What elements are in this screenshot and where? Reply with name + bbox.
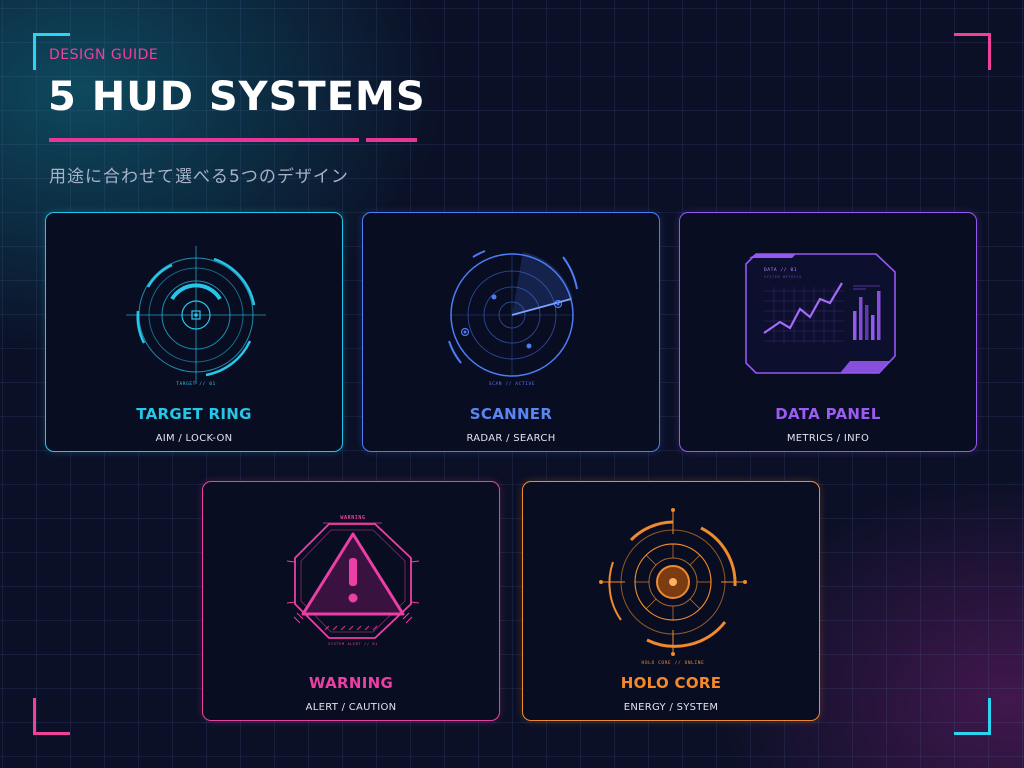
card-target-ring[interactable]: TARGET // 01 TARGET RING AIM / LOCK-ON [45,212,343,452]
card-title: TARGET RING [136,405,252,423]
title-underline-accent [366,138,417,142]
card-holo-core[interactable]: HOLO CORE // ONLINE HOLO CORE ENERGY / S… [522,481,820,721]
corner-bracket-bottom-right [954,698,991,735]
page-subtitle: 用途に合わせて選べる5つのデザイン [49,167,349,187]
data-panel-caption: DATA // 01 [764,267,797,273]
card-scanner[interactable]: SCAN // ACTIVE SCANNER RADAR / SEARCH [362,212,660,452]
card-subtitle: ENERGY / SYSTEM [623,702,719,713]
warning-caption: WARNING [340,515,365,521]
card-subtitle: RADAR / SEARCH [466,433,556,444]
card-subtitle: METRICS / INFO [786,433,870,444]
card-subtitle: ALERT / CAUTION [305,702,397,713]
target-caption: TARGET // 01 [176,381,216,387]
card-title: WARNING [308,674,394,692]
card-title: HOLO CORE [620,674,722,692]
corner-bracket-top-right [954,33,991,70]
page-title: 5 HUD SYSTEMS [48,74,426,120]
data-panel-caption-secondary: SYSTEM METRICS [764,275,802,279]
holo-caption: HOLO CORE // ONLINE [642,660,705,666]
card-title: SCANNER [469,405,553,423]
card-data-panel[interactable]: DATA // 01 SYSTEM METRICS DATA PANEL MET… [679,212,977,452]
card-warning[interactable]: WARNING SYSTEM ALERT // 01 WARNING ALERT… [202,481,500,721]
card-title: DATA PANEL [775,405,881,423]
card-subtitle: AIM / LOCK-ON [155,433,233,444]
corner-bracket-bottom-left [33,698,70,735]
title-underline [49,138,359,142]
warning-caption-secondary: SYSTEM ALERT // 01 [328,642,378,646]
scanner-caption: SCAN // ACTIVE [489,381,535,387]
eyebrow-label: DESIGN GUIDE [49,47,159,63]
